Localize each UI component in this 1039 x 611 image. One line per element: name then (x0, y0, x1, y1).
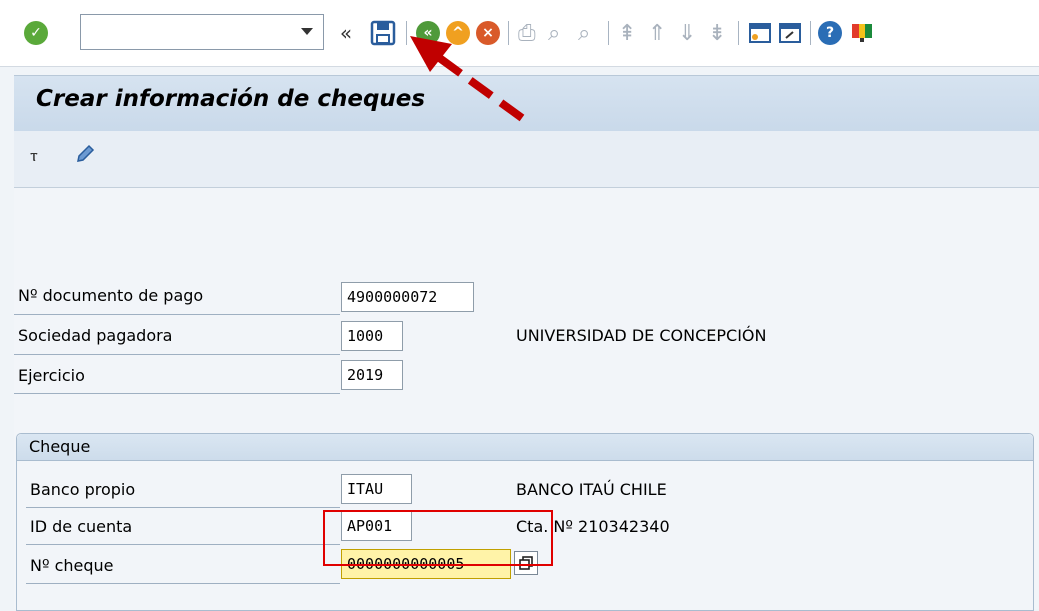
toolbar-separator (738, 21, 739, 45)
page-title: Crear información de cheques (36, 86, 426, 112)
row-divider (26, 544, 340, 545)
help-icon[interactable]: ? (818, 17, 842, 49)
row-divider (14, 314, 340, 315)
ej-label: Ejercicio (18, 366, 85, 385)
find-next-icon[interactable]: ⌕ (578, 17, 590, 49)
find-icon[interactable]: ⌕ (548, 17, 560, 49)
cheque-group-header: Cheque (17, 434, 1033, 461)
row-divider (26, 583, 340, 584)
command-field[interactable] (80, 14, 324, 50)
shortcut-icon[interactable] (778, 17, 802, 49)
cuenta-label: ID de cuenta (30, 517, 133, 536)
banco-label: Banco propio (30, 480, 136, 499)
first-page-icon[interactable]: ⇞ (618, 17, 636, 49)
collapse-icon[interactable]: « (336, 17, 356, 49)
next-page-icon[interactable]: ⇓ (678, 17, 696, 49)
toolbar-separator (608, 21, 609, 45)
last-page-icon[interactable]: ⇟ (708, 17, 726, 49)
save-icon[interactable] (370, 17, 396, 49)
previous-page-icon[interactable]: ⇑ (648, 17, 666, 49)
edit-pencil-icon[interactable] (74, 143, 96, 169)
row-divider (14, 393, 340, 394)
fiscal-year-field[interactable]: 2019 (341, 360, 403, 390)
create-session-icon[interactable] (748, 17, 772, 49)
payment-document-field[interactable]: 4900000072 (341, 282, 474, 312)
row-divider (14, 354, 340, 355)
display-glasses-icon[interactable]: ⲧ (30, 145, 38, 166)
company-code-field[interactable]: 1000 (341, 321, 403, 351)
cheque-group-title: Cheque (29, 437, 91, 456)
enter-check-icon[interactable]: ✓ (24, 17, 48, 49)
soc-label: Sociedad pagadora (18, 326, 173, 345)
application-toolbar: ⲧ (14, 131, 1039, 188)
doc-label: Nº documento de pago (18, 286, 204, 305)
chevron-down-icon[interactable] (301, 28, 313, 35)
company-name-text: UNIVERSIDAD DE CONCEPCIÓN (516, 326, 767, 345)
customize-layout-icon[interactable] (850, 17, 874, 49)
highlight-box (323, 510, 553, 566)
house-bank-text: BANCO ITAÚ CHILE (516, 480, 667, 499)
annotation-arrow-icon (410, 36, 525, 122)
house-bank-field[interactable]: ITAU (341, 474, 412, 504)
cheque-label: Nº cheque (30, 556, 114, 575)
toolbar-separator (810, 21, 811, 45)
row-divider (26, 507, 340, 508)
